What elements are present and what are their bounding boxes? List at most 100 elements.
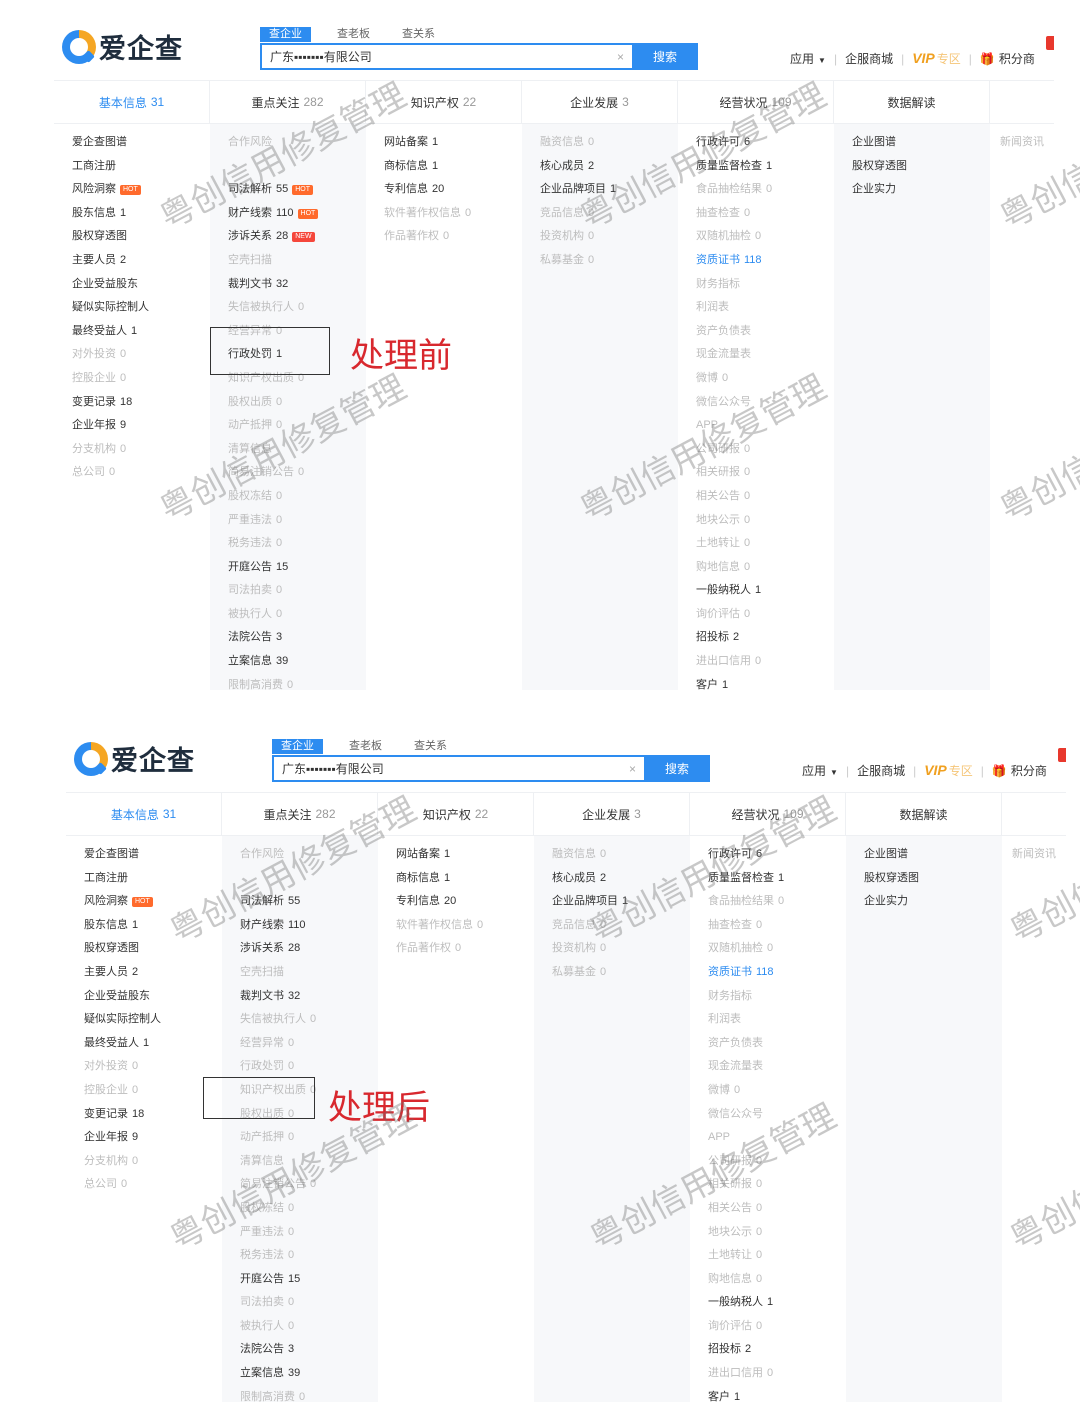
list-item[interactable]: 融资信息 0 — [540, 131, 678, 155]
list-item[interactable]: 股东信息 1 — [84, 914, 222, 938]
tab-search-boss[interactable]: 查老板 — [349, 739, 382, 754]
list-item[interactable]: 分支机构 0 — [84, 1150, 222, 1174]
list-item[interactable]: 进出口信用 0 — [708, 1362, 846, 1386]
list-item[interactable]: 专利信息 20 — [384, 178, 522, 202]
category-tab[interactable]: 知识产权 22 — [378, 793, 534, 835]
list-item[interactable]: 动产抵押 0 — [240, 1126, 378, 1150]
list-item[interactable]: 立案信息 39 — [240, 1362, 378, 1386]
list-item[interactable] — [228, 155, 366, 179]
tab-search-relation[interactable]: 查关系 — [414, 739, 447, 754]
list-item[interactable]: 股权穿透图 — [72, 225, 210, 249]
list-item[interactable]: 现金流量表 — [708, 1055, 846, 1079]
list-item[interactable]: 相关公告 0 — [696, 485, 834, 509]
list-item[interactable]: 主要人员 2 — [84, 961, 222, 985]
list-item[interactable]: 总公司 0 — [72, 461, 210, 485]
list-item[interactable]: 限制高消费 0 — [240, 1386, 378, 1402]
list-item[interactable]: 购地信息 0 — [708, 1268, 846, 1292]
logo[interactable]: 爱企查 — [74, 739, 195, 778]
list-item[interactable] — [240, 867, 378, 891]
list-item[interactable]: 涉诉关系 28 — [240, 937, 378, 961]
list-item[interactable]: 开庭公告 15 — [228, 556, 366, 580]
list-item[interactable]: 税务违法 0 — [228, 532, 366, 556]
list-item[interactable]: 双随机抽检 0 — [708, 937, 846, 961]
list-item[interactable]: 资质证书 118 — [696, 249, 834, 273]
list-item[interactable]: 询价评估 0 — [708, 1315, 846, 1339]
list-item[interactable]: 行政许可 6 — [696, 131, 834, 155]
list-item[interactable]: 企业图谱 — [852, 131, 990, 155]
category-tab[interactable]: 企业发展 3 — [522, 81, 678, 123]
list-item[interactable]: 疑似实际控制人 — [84, 1008, 222, 1032]
list-item[interactable]: 招投标 2 — [696, 626, 834, 650]
list-item[interactable]: 相关公告 0 — [708, 1197, 846, 1221]
list-item[interactable]: 软件著作权信息 0 — [396, 914, 534, 938]
list-item[interactable]: 一般纳税人 1 — [696, 579, 834, 603]
list-item[interactable]: 简易注销公告 0 — [240, 1173, 378, 1197]
list-item[interactable]: 私募基金 0 — [552, 961, 690, 985]
tab-search-boss[interactable]: 查老板 — [337, 27, 370, 42]
list-item[interactable]: 动产抵押 0 — [228, 414, 366, 438]
list-item[interactable]: 微博 0 — [696, 367, 834, 391]
list-item[interactable]: 企业实力 — [864, 890, 1002, 914]
list-item[interactable]: 控股企业 0 — [84, 1079, 222, 1103]
list-item[interactable]: 竞品信息 0 — [540, 202, 678, 226]
list-item[interactable]: 财产线索 110 HOT — [228, 202, 366, 226]
list-item[interactable]: 食品抽检结果 0 — [708, 890, 846, 914]
list-item[interactable]: 相关研报 0 — [708, 1173, 846, 1197]
list-item[interactable]: 财务指标 — [696, 273, 834, 297]
points-link[interactable]: 🎁 积分商 — [992, 762, 1047, 779]
list-item[interactable]: 被执行人 0 — [228, 603, 366, 627]
list-item[interactable]: 商标信息 1 — [384, 155, 522, 179]
category-tab[interactable]: 经营状况 109 — [690, 793, 846, 835]
list-item[interactable]: 质量监督检查 1 — [708, 867, 846, 891]
list-item[interactable]: 财产线索 110 — [240, 914, 378, 938]
list-item[interactable]: 司法拍卖 0 — [240, 1291, 378, 1315]
list-item[interactable]: 土地转让 0 — [696, 532, 834, 556]
list-item[interactable]: 微博 0 — [708, 1079, 846, 1103]
list-item[interactable]: 核心成员 2 — [552, 867, 690, 891]
category-tab[interactable]: 知识产权 22 — [366, 81, 522, 123]
list-item[interactable]: 风险洞察 HOT — [72, 178, 210, 202]
list-item[interactable]: 企业受益股东 — [84, 985, 222, 1009]
list-item[interactable]: 食品抽检结果 0 — [696, 178, 834, 202]
list-item[interactable]: 合作风险 — [228, 131, 366, 155]
list-item[interactable]: 抽查检查 0 — [696, 202, 834, 226]
list-item[interactable]: 客户 1 — [696, 674, 834, 690]
list-item[interactable]: 股权穿透图 — [864, 867, 1002, 891]
list-item[interactable]: 立案信息 39 — [228, 650, 366, 674]
list-item[interactable]: 分支机构 0 — [72, 438, 210, 462]
list-item[interactable]: 企业年报 9 — [84, 1126, 222, 1150]
list-item[interactable]: 投资机构 0 — [540, 225, 678, 249]
list-item[interactable]: 司法拍卖 0 — [228, 579, 366, 603]
list-item[interactable]: 司法解析 55 — [240, 890, 378, 914]
list-item[interactable]: 竞品信息 0 — [552, 914, 690, 938]
list-item[interactable]: 双随机抽检 0 — [696, 225, 834, 249]
list-item[interactable]: 严重违法 0 — [228, 509, 366, 533]
list-item[interactable]: 法院公告 3 — [228, 626, 366, 650]
search-button[interactable]: 搜索 — [644, 755, 710, 782]
list-item[interactable]: 招投标 2 — [708, 1338, 846, 1362]
category-tab[interactable]: 数据解读 — [834, 81, 990, 123]
list-item[interactable]: 网站备案 1 — [384, 131, 522, 155]
list-item[interactable]: 企业品牌项目 1 — [540, 178, 678, 202]
list-item[interactable]: 微信公众号 — [696, 391, 834, 415]
category-tab[interactable]: 基本信息 31 — [54, 81, 210, 123]
list-item[interactable]: 限制高消费 0 — [228, 674, 366, 690]
list-item[interactable]: 裁判文书 32 — [240, 985, 378, 1009]
list-item[interactable]: 网站备案 1 — [396, 843, 534, 867]
apps-menu[interactable]: 应用 ▼ — [790, 50, 826, 67]
list-item[interactable]: 作品著作权 0 — [396, 937, 534, 961]
list-item[interactable]: 购地信息 0 — [696, 556, 834, 580]
list-item[interactable]: 一般纳税人 1 — [708, 1291, 846, 1315]
list-item[interactable]: 最终受益人 1 — [84, 1032, 222, 1056]
mall-link[interactable]: 企服商城 — [857, 762, 905, 779]
apps-menu[interactable]: 应用 ▼ — [802, 762, 838, 779]
list-item[interactable]: 企业实力 — [852, 178, 990, 202]
vip-link[interactable]: VIP 专区 — [924, 762, 973, 779]
list-item[interactable]: 简易注销公告 0 — [228, 461, 366, 485]
list-item[interactable]: 开庭公告 15 — [240, 1268, 378, 1292]
list-item[interactable]: 空壳扫描 — [228, 249, 366, 273]
list-item[interactable]: 地块公示 0 — [696, 509, 834, 533]
list-item[interactable]: 商标信息 1 — [396, 867, 534, 891]
list-item[interactable]: 抽查检查 0 — [708, 914, 846, 938]
category-tab[interactable]: 重点关注 282 — [210, 81, 366, 123]
